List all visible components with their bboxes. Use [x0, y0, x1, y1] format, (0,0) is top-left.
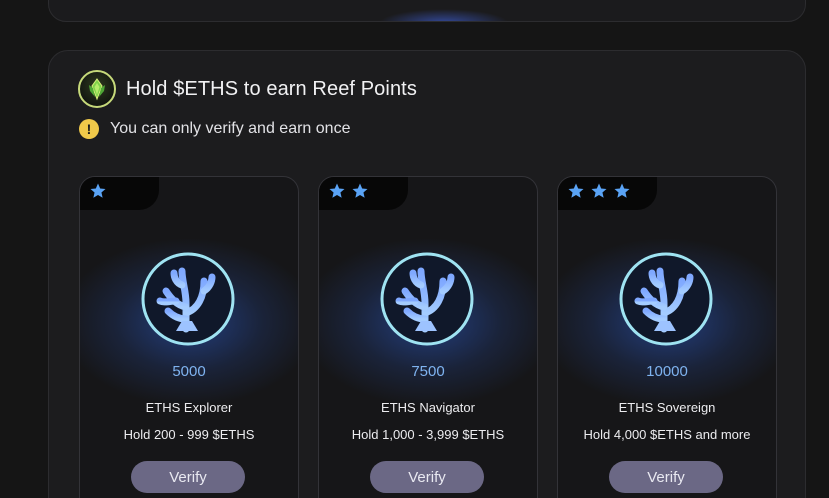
exclamation-icon: !: [79, 119, 99, 139]
reward-points: 5000: [172, 363, 206, 380]
crystal-leaf-icon: [78, 70, 116, 108]
section-header: Hold $ETHS to earn Reef Points: [78, 70, 417, 108]
star-icon: [591, 183, 607, 198]
page: Hold $ETHS to earn Reef Points ! You can…: [0, 0, 829, 498]
star-icon: [568, 183, 584, 198]
coral-icon: [141, 252, 235, 346]
tier-card-explorer: 5000 ETHS Explorer Hold 200 - 999 $ETHS …: [79, 176, 299, 498]
star-tab: [319, 177, 408, 210]
star-icon: [329, 183, 345, 198]
tier-card-navigator: 7500 ETHS Navigator Hold 1,000 - 3,999 $…: [318, 176, 538, 498]
verify-button[interactable]: Verify: [131, 461, 245, 493]
coral-icon: [380, 252, 474, 346]
verify-button[interactable]: Verify: [370, 461, 484, 493]
verify-button[interactable]: Verify: [609, 461, 723, 493]
hold-requirement: Hold 200 - 999 $ETHS: [123, 427, 255, 442]
star-icon: [614, 183, 630, 198]
tier-card-sovereign: 10000 ETHS Sovereign Hold 4,000 $ETHS an…: [557, 176, 777, 498]
panel-glow: [379, 9, 509, 21]
tier-name: ETHS Explorer: [145, 400, 233, 415]
star-tab: [80, 177, 159, 210]
verify-once-note: ! You can only verify and earn once: [79, 119, 350, 139]
note-text: You can only verify and earn once: [110, 120, 351, 137]
star-tab: [558, 177, 657, 210]
hold-requirement: Hold 1,000 - 3,999 $ETHS: [351, 427, 505, 442]
tier-name: ETHS Navigator: [381, 400, 475, 415]
star-icon: [352, 183, 368, 198]
star-icon: [90, 183, 106, 198]
section-title: Hold $ETHS to earn Reef Points: [126, 77, 417, 100]
reward-points: 7500: [411, 363, 445, 380]
coral-icon: [619, 252, 713, 346]
tier-name: ETHS Sovereign: [618, 400, 716, 415]
reward-points: 10000: [646, 363, 688, 380]
previous-section-panel: [48, 0, 806, 22]
hold-requirement: Hold 4,000 $ETHS and more: [583, 427, 751, 442]
